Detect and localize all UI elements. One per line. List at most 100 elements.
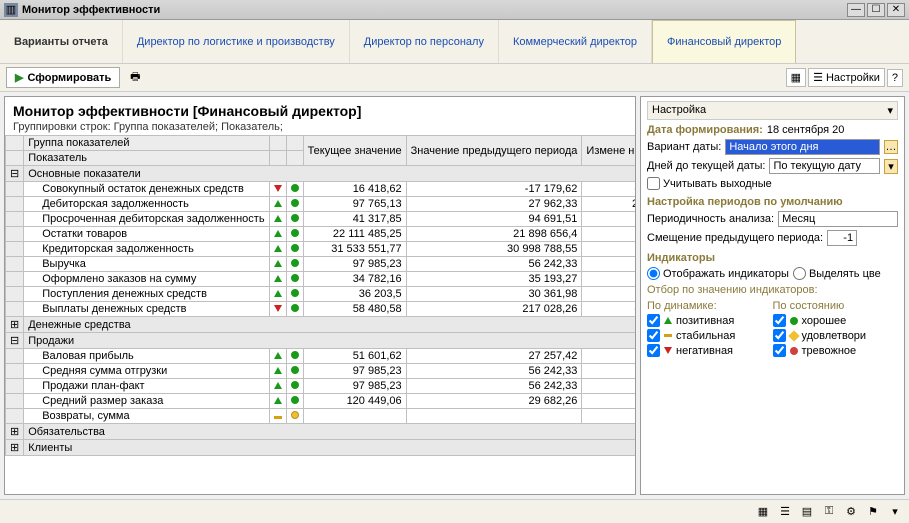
row-dyn-icon	[269, 409, 286, 424]
dyn-positive-check[interactable]	[647, 314, 660, 327]
col-prev: Значение предыдущего периода	[406, 136, 582, 166]
sb-gear-icon[interactable]: ⚙	[843, 504, 859, 520]
col-dyn	[269, 136, 286, 151]
group-label: Продажи	[24, 333, 635, 349]
tree-toggle[interactable]: ⊟	[6, 333, 24, 349]
tab-logistics[interactable]: Директор по логистике и производству	[123, 20, 350, 63]
tree-toggle[interactable]: ⊞	[6, 440, 24, 456]
row-current: 97 985,23	[303, 379, 406, 394]
dyn-stable-check[interactable]	[647, 329, 660, 342]
row-state-icon	[286, 379, 303, 394]
row-dyn-icon	[269, 227, 286, 242]
tree-spacer	[6, 182, 24, 197]
tab-financial[interactable]: Финансовый директор	[652, 20, 796, 63]
row-state-icon	[286, 287, 303, 302]
tree-toggle[interactable]: ⊞	[6, 317, 24, 333]
highlight-radio[interactable]	[793, 267, 806, 280]
period-label: Периодичность анализа:	[647, 213, 774, 225]
group-label: Обязательства	[24, 424, 635, 440]
row-change: -56,	[582, 212, 635, 227]
row-state-icon	[286, 197, 303, 212]
row-current	[303, 409, 406, 424]
tree-toggle[interactable]: ⊟	[6, 166, 24, 182]
row-change: 305,	[582, 394, 635, 409]
tab-commercial[interactable]: Коммерческий директор	[499, 20, 652, 63]
view-grid-button[interactable]: ▦	[786, 68, 806, 87]
row-current: 16 418,62	[303, 182, 406, 197]
row-dyn-icon	[269, 197, 286, 212]
state-bad-check[interactable]	[773, 344, 786, 357]
tree-toggle[interactable]: ⊞	[6, 424, 24, 440]
tree-spacer	[6, 394, 24, 409]
sb-list-icon[interactable]: ☰	[777, 504, 793, 520]
settings-icon: ☰	[813, 71, 823, 84]
row-dyn-icon	[269, 242, 286, 257]
weekends-checkbox[interactable]	[647, 177, 660, 190]
row-dyn-icon	[269, 257, 286, 272]
maximize-button[interactable]: ☐	[867, 3, 885, 17]
statusbar: ▦ ☰ ▤ ⚿ ⚙ ⚑ ▾	[0, 499, 909, 523]
row-state-icon	[286, 212, 303, 227]
row-state-icon	[286, 302, 303, 317]
form-button-label: Сформировать	[27, 72, 111, 84]
row-state-icon	[286, 409, 303, 424]
row-label: Остатки товаров	[24, 227, 269, 242]
tab-hr[interactable]: Директор по персоналу	[350, 20, 499, 63]
sb-sheet-icon[interactable]: ▦	[755, 504, 771, 520]
row-change: 1,	[582, 242, 635, 257]
sb-calendar-icon[interactable]: ▤	[799, 504, 815, 520]
state-header: По состоянию	[773, 300, 899, 312]
offset-input[interactable]: -1	[827, 230, 857, 246]
state-good-check[interactable]	[773, 314, 786, 327]
days-dropdown-button[interactable]: ▾	[884, 159, 898, 174]
state-ok-check[interactable]	[773, 329, 786, 342]
settings-dropdown-icon[interactable]: ▾	[887, 104, 893, 117]
row-label: Возвраты, сумма	[24, 409, 269, 424]
row-prev: 94 691,51	[406, 212, 582, 227]
highlight-label: Выделять цве	[809, 268, 881, 280]
tree-spacer	[6, 212, 24, 227]
row-current: 41 317,85	[303, 212, 406, 227]
variant-more-button[interactable]: …	[884, 140, 898, 154]
down-red-icon	[664, 347, 672, 354]
tree-spacer	[6, 302, 24, 317]
row-prev: 30 998 788,55	[406, 242, 582, 257]
row-prev: 29 682,26	[406, 394, 582, 409]
settings-title: Настройка	[652, 104, 706, 117]
group-label: Клиенты	[24, 440, 635, 456]
settings-button[interactable]: ☰ Настройки	[808, 68, 885, 87]
row-prev: 56 242,33	[406, 364, 582, 379]
sb-dropdown-icon[interactable]: ▾	[887, 504, 903, 520]
diamond-yellow-icon	[788, 330, 799, 341]
row-current: 97 985,23	[303, 364, 406, 379]
minimize-button[interactable]: —	[847, 3, 865, 17]
row-change: -195,	[582, 182, 635, 197]
dyn-positive-label: позитивная	[676, 315, 734, 327]
report-subtitle: Группировки строк: Группа показателей; П…	[13, 121, 627, 133]
row-label: Совокупный остаток денежных средств	[24, 182, 269, 197]
help-button[interactable]: ?	[887, 69, 903, 87]
days-select[interactable]: По текущую дату	[769, 158, 880, 174]
print-icon[interactable]: 🖶	[126, 69, 144, 87]
col-group: Группа показателей	[24, 136, 269, 151]
row-dyn-icon	[269, 182, 286, 197]
period-select[interactable]: Месяц	[778, 211, 898, 227]
form-button[interactable]: ▶ Сформировать	[6, 67, 120, 88]
variant-input[interactable]: Начало этого дня	[725, 139, 880, 155]
days-label: Дней до текущей даты:	[647, 160, 765, 172]
settings-panel: Настройка ▾ Дата формирования: 18 сентяб…	[640, 96, 905, 495]
show-indicators-radio[interactable]	[647, 267, 660, 280]
dyn-negative-check[interactable]	[647, 344, 660, 357]
row-current: 36 203,5	[303, 287, 406, 302]
sb-flag-icon[interactable]: ⚑	[865, 504, 881, 520]
row-dyn-icon	[269, 287, 286, 302]
report-area: Монитор эффективности [Финансовый директ…	[4, 96, 636, 495]
row-dyn-icon	[269, 379, 286, 394]
offset-label: Смещение предыдущего периода:	[647, 232, 823, 244]
close-button[interactable]: ✕	[887, 3, 905, 17]
row-prev: 30 361,98	[406, 287, 582, 302]
row-label: Продажи план-факт	[24, 379, 269, 394]
sb-key-icon[interactable]: ⚿	[821, 504, 837, 520]
variant-label: Вариант даты:	[647, 141, 721, 153]
row-prev	[406, 409, 582, 424]
